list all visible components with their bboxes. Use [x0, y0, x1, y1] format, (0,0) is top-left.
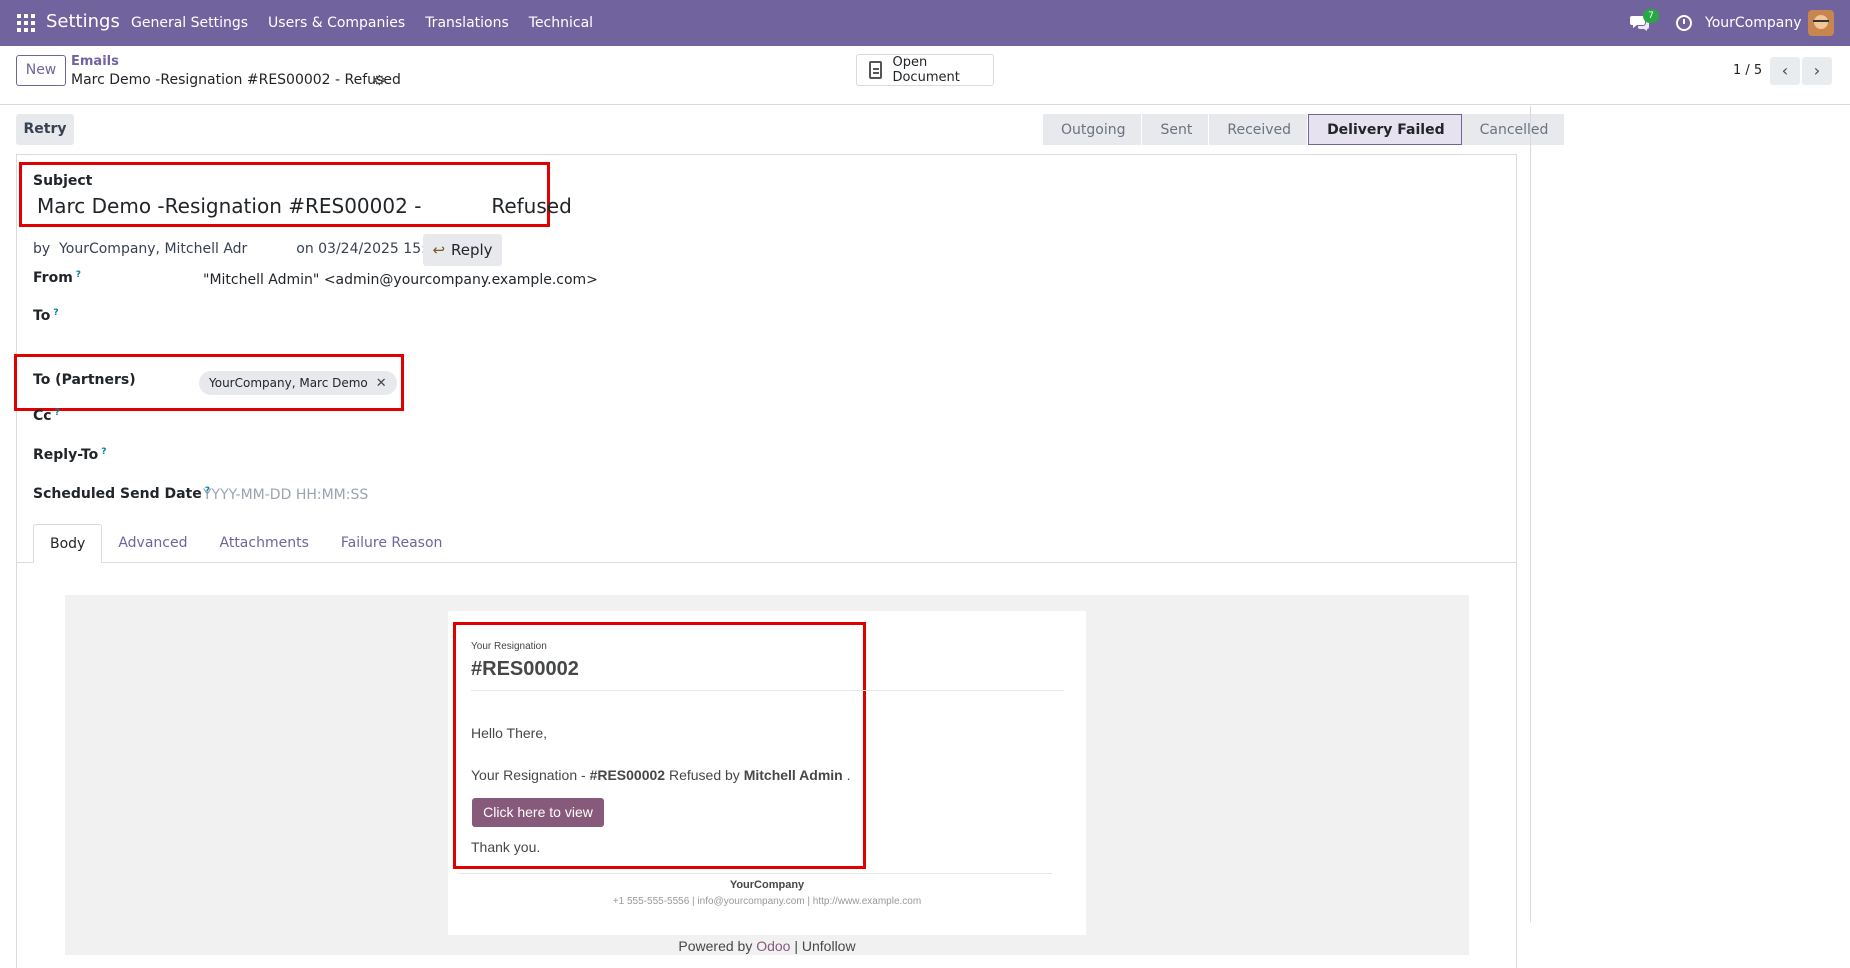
- menu-technical[interactable]: Technical: [529, 15, 593, 31]
- chat-count-badge: 7: [1643, 9, 1659, 23]
- unfollow-link[interactable]: Unfollow: [802, 938, 856, 954]
- email-company-name: YourCompany: [729, 879, 805, 891]
- app-name[interactable]: Settings: [46, 11, 120, 32]
- reply-to-help-icon[interactable]: ?: [101, 447, 106, 457]
- email-footer-divider: [458, 873, 1052, 874]
- company-switcher[interactable]: YourCompany: [1705, 15, 1802, 31]
- to-label: To?: [33, 308, 59, 324]
- pager-value[interactable]: 1 / 5: [1733, 63, 1762, 78]
- from-field[interactable]: "Mitchell Admin" <admin@yourcompany.exam…: [203, 272, 598, 288]
- open-document-button[interactable]: Open Document: [856, 54, 994, 86]
- tab-advanced[interactable]: Advanced: [102, 524, 203, 563]
- partner-tag[interactable]: YourCompany, Marc Demo ✕: [199, 371, 397, 395]
- tab-failure-reason[interactable]: Failure Reason: [325, 524, 459, 563]
- to-partners-label: To (Partners): [33, 372, 136, 388]
- click-here-to-view-button[interactable]: Click here to view: [472, 798, 604, 827]
- menu-translations[interactable]: Translations: [425, 15, 509, 31]
- notebook-tabs: Body Advanced Attachments Failure Reason: [33, 524, 458, 563]
- stage-delivery-failed[interactable]: Delivery Failed: [1308, 114, 1462, 145]
- tab-body[interactable]: Body: [33, 524, 103, 563]
- powered-by-footer: Powered by Odoo | Unfollow: [678, 938, 856, 954]
- main-menu: General Settings Users & Companies Trans…: [131, 15, 613, 31]
- from-help-icon[interactable]: ?: [76, 270, 81, 280]
- email-reference: #RES00002: [471, 658, 579, 680]
- breadcrumb-current: Marc Demo -Resignation #RES00002 - Refus…: [71, 72, 401, 88]
- scheduled-send-date-label: Scheduled Send Date?: [33, 486, 210, 502]
- retry-button[interactable]: Retry: [16, 114, 74, 145]
- reply-label: Reply: [451, 241, 493, 259]
- menu-general-settings[interactable]: General Settings: [131, 15, 248, 31]
- remove-tag-icon[interactable]: ✕: [376, 376, 387, 391]
- reply-to-label: Reply-To?: [33, 447, 107, 463]
- activity-clock-icon[interactable]: [1676, 15, 1692, 31]
- email-greeting: Hello There,: [471, 725, 548, 741]
- from-label: From?: [33, 270, 82, 286]
- email-message-line: Your Resignation - #RES00002 Refused by …: [471, 767, 851, 783]
- breadcrumb-parent[interactable]: Emails: [71, 54, 119, 69]
- reply-button[interactable]: ↩ Reply: [423, 234, 502, 266]
- stage-received[interactable]: Received: [1209, 114, 1309, 145]
- email-company-contact: +1 555-555-5556 | info@yourcompany.com |…: [612, 896, 922, 907]
- apps-grid-icon[interactable]: [17, 14, 35, 32]
- reply-arrow-icon: ↩: [432, 241, 446, 259]
- stage-outgoing[interactable]: Outgoing: [1043, 114, 1143, 145]
- tab-attachments[interactable]: Attachments: [204, 524, 325, 563]
- to-help-icon[interactable]: ?: [53, 308, 58, 318]
- open-document-label: Open Document: [892, 55, 960, 85]
- stage-cancelled[interactable]: Cancelled: [1461, 114, 1566, 145]
- email-thanks: Thank you.: [471, 839, 541, 855]
- cc-label: Cc?: [33, 408, 60, 424]
- stage-sent[interactable]: Sent: [1142, 114, 1210, 145]
- new-button[interactable]: New: [16, 55, 66, 86]
- subject-field[interactable]: Marc Demo -Resignation #RES00002 - Refus…: [37, 194, 572, 218]
- document-icon: [869, 61, 883, 79]
- email-divider: [471, 690, 1064, 691]
- email-small-title: Your Resignation: [471, 641, 547, 652]
- user-avatar[interactable]: [1808, 10, 1834, 36]
- top-navbar: Settings General Settings Users & Compan…: [0, 0, 1850, 46]
- cc-help-icon[interactable]: ?: [55, 408, 60, 418]
- menu-users-companies[interactable]: Users & Companies: [268, 15, 405, 31]
- scheduled-send-date-input[interactable]: YYYY-MM-DD HH:MM:SS: [203, 487, 368, 503]
- partner-tag-label: YourCompany, Marc Demo: [209, 376, 368, 390]
- pager-next-button[interactable]: ›: [1802, 57, 1832, 85]
- control-panel: New Emails Marc Demo -Resignation #RES00…: [0, 46, 1850, 105]
- author-line: by YourCompany, Mitchell Adr on 03/24/20…: [33, 241, 467, 257]
- pager-previous-button[interactable]: ‹: [1770, 57, 1800, 85]
- odoo-link[interactable]: Odoo: [756, 938, 790, 954]
- subject-label: Subject: [33, 173, 93, 189]
- chatter-divider: [1530, 106, 1531, 922]
- status-stages: Outgoing Sent Received Delivery Failed C…: [1043, 114, 1566, 145]
- gear-icon[interactable]: ⚙: [373, 73, 386, 89]
